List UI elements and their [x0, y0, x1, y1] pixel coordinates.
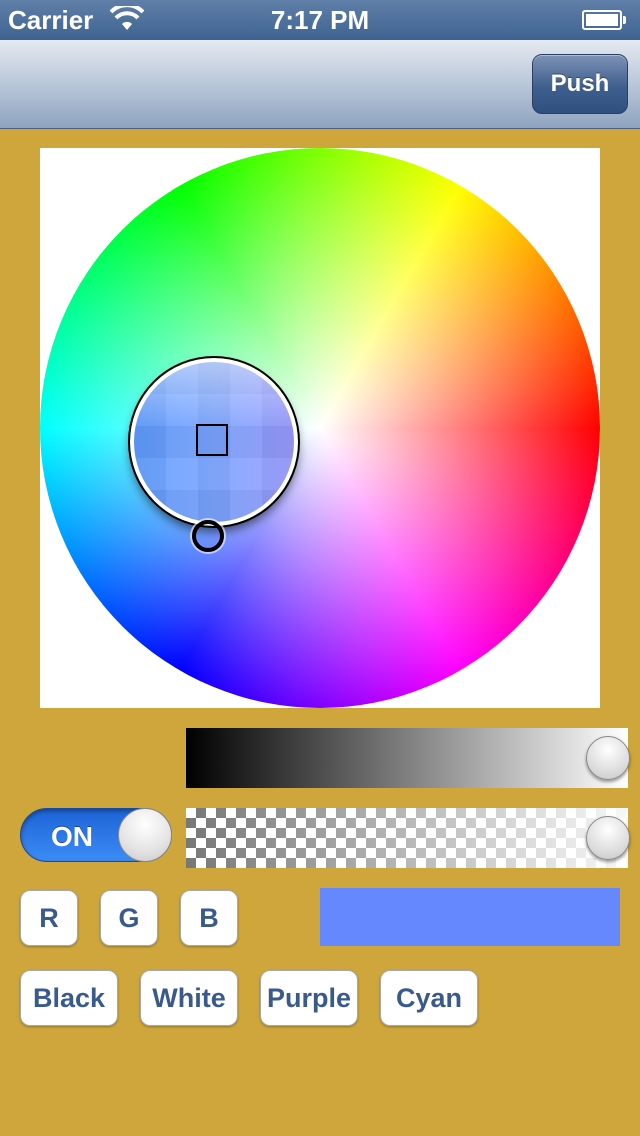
alpha-slider-knob[interactable] — [586, 816, 630, 860]
brightness-slider[interactable] — [186, 728, 630, 788]
cyan-preset-button[interactable]: Cyan — [380, 970, 478, 1026]
loupe-target-square — [196, 424, 228, 456]
white-preset-button[interactable]: White — [140, 970, 238, 1026]
color-wheel-panel — [40, 148, 600, 708]
brightness-slider-knob[interactable] — [586, 736, 630, 780]
switch-label: ON — [51, 821, 93, 852]
g-button[interactable]: G — [100, 890, 158, 946]
color-wheel-saturation-overlay — [40, 148, 600, 708]
black-preset-button[interactable]: Black — [20, 970, 118, 1026]
b-button[interactable]: B — [180, 890, 238, 946]
on-off-switch[interactable]: ON — [20, 808, 172, 862]
color-wheel-handle[interactable] — [192, 520, 224, 552]
r-button[interactable]: R — [20, 890, 78, 946]
status-time: 7:17 PM — [270, 5, 370, 35]
status-bar: Carrier 7:17 PM — [0, 0, 640, 40]
alpha-slider[interactable] — [186, 808, 630, 868]
switch-thumb[interactable] — [118, 808, 172, 862]
selected-color-swatch — [320, 888, 620, 946]
push-button[interactable]: Push — [532, 54, 628, 114]
navigation-bar: Push — [0, 40, 640, 129]
purple-preset-button[interactable]: Purple — [260, 970, 358, 1026]
battery-icon — [582, 10, 626, 30]
color-magnifier-loupe — [128, 356, 300, 528]
